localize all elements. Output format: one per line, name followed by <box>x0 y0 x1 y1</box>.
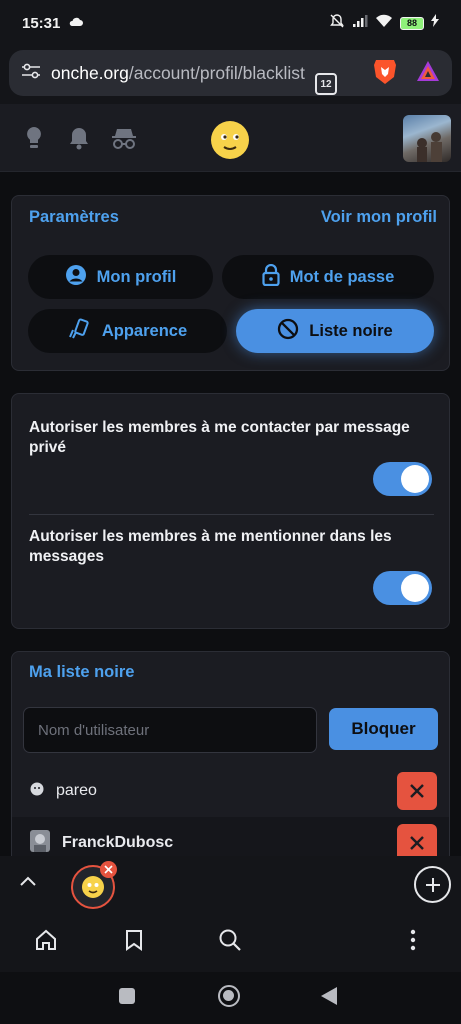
wifi-icon <box>375 14 393 33</box>
appearance-button-label: Apparence <box>101 321 188 340</box>
home-nav-icon[interactable] <box>218 985 240 1007</box>
tab-strip <box>0 856 461 914</box>
recents-icon[interactable] <box>119 988 135 1004</box>
password-button[interactable]: Mot de passe <box>222 255 434 299</box>
android-navigation-bar <box>0 972 461 1024</box>
password-button-label: Mot de passe <box>289 267 395 286</box>
browser-toolbar: onche.org/account/profil/blacklist <box>0 46 461 104</box>
profile-button[interactable]: Mon profil <box>28 255 213 299</box>
incognito-icon[interactable] <box>111 126 137 155</box>
site-settings-icon[interactable] <box>21 62 41 85</box>
mention-label: Autoriser les membres à me mentionner da… <box>29 528 392 565</box>
charging-icon <box>431 14 439 32</box>
blacklist-row: FranckDubosc <box>12 817 449 861</box>
more-menu-icon[interactable] <box>409 929 417 956</box>
cloud-icon <box>68 14 84 32</box>
url-path: /account/profil/blacklist <box>128 62 305 83</box>
blacklisted-username: pareo <box>56 782 97 799</box>
blacklist-button-label: Liste noire <box>309 321 393 340</box>
address-bar[interactable]: onche.org/account/profil/blacklist <box>9 50 452 96</box>
chevron-up-icon[interactable] <box>19 874 37 892</box>
block-button[interactable]: Bloquer <box>329 708 438 750</box>
battery-icon: 88 <box>400 16 424 30</box>
url-text[interactable]: onche.org/account/profil/blacklist <box>51 63 305 84</box>
lock-icon <box>262 263 280 291</box>
tab-count-button[interactable]: 12 <box>315 73 337 95</box>
status-time: 15:31 <box>22 14 61 32</box>
user-avatar[interactable] <box>403 115 451 162</box>
onche-logo-icon[interactable] <box>211 121 249 159</box>
url-host: onche.org <box>51 62 129 83</box>
browser-bottom-bar <box>0 856 461 1024</box>
mention-toggle[interactable] <box>373 571 432 605</box>
blacklist-title: Ma liste noire <box>29 663 135 681</box>
back-icon[interactable] <box>320 986 338 1011</box>
blacklist-card: Ma liste noire Nom d'utilisateur Bloquer… <box>11 651 450 861</box>
lightbulb-icon[interactable] <box>24 126 44 155</box>
username-input[interactable]: Nom d'utilisateur <box>23 707 317 753</box>
bell-off-icon <box>329 13 345 34</box>
browser-nav <box>0 914 461 972</box>
status-bar: 15:31 88 <box>0 0 461 46</box>
palette-icon <box>68 317 92 345</box>
signal-icon <box>352 14 368 33</box>
view-profile-link[interactable]: Voir mon profil <box>321 208 437 227</box>
close-tab-icon[interactable] <box>100 861 117 878</box>
brave-rewards-icon[interactable] <box>416 60 440 87</box>
appearance-button[interactable]: Apparence <box>28 309 227 353</box>
toggle-knob <box>401 574 429 602</box>
user-avatar-small <box>30 782 44 801</box>
username-placeholder: Nom d'utilisateur <box>38 721 150 739</box>
blacklist-row: pareo <box>12 765 449 817</box>
toggle-knob <box>401 465 429 493</box>
blacklisted-username: FranckDubosc <box>62 834 174 851</box>
settings-title[interactable]: Paramètres <box>29 208 119 227</box>
block-icon <box>277 318 299 345</box>
bookmark-icon[interactable] <box>125 929 143 956</box>
bell-icon[interactable] <box>68 126 90 155</box>
remove-button[interactable] <box>397 772 437 810</box>
user-avatar-small <box>30 829 50 857</box>
settings-card: Paramètres Voir mon profil Mon profil Mo… <box>11 195 450 371</box>
private-message-label: Autoriser les membres à me contacter par… <box>29 419 410 456</box>
new-tab-icon[interactable] <box>414 866 451 903</box>
privacy-preferences-card: Autoriser les membres à me contacter par… <box>11 393 450 629</box>
user-circle-icon <box>65 264 87 291</box>
private-message-toggle[interactable] <box>373 462 432 496</box>
brave-shields-icon[interactable] <box>372 57 398 90</box>
blacklist-button[interactable]: Liste noire <box>236 309 434 353</box>
divider <box>29 514 434 515</box>
search-icon[interactable] <box>218 928 242 957</box>
profile-button-label: Mon profil <box>96 267 177 286</box>
home-icon[interactable] <box>35 929 57 956</box>
